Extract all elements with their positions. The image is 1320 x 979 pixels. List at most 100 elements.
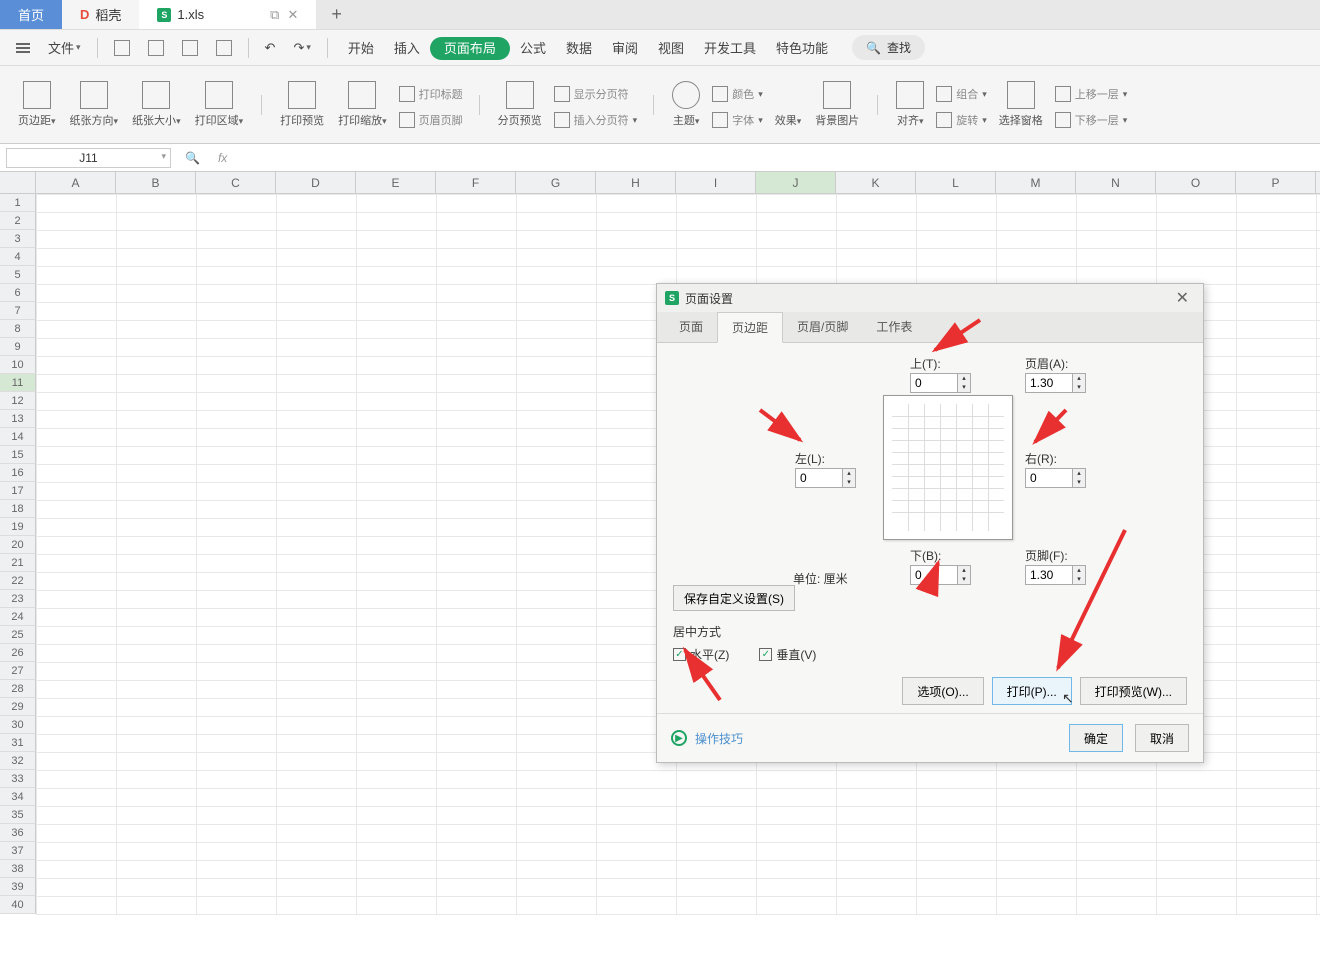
row-header-16[interactable]: 16 xyxy=(0,464,36,482)
spin-bottom[interactable]: ▴▾ xyxy=(910,565,971,585)
btn-size[interactable]: 纸张大小▾ xyxy=(126,79,187,130)
row-header-32[interactable]: 32 xyxy=(0,752,36,770)
row-header-17[interactable]: 17 xyxy=(0,482,36,500)
col-header-E[interactable]: E xyxy=(356,172,436,193)
row-header-3[interactable]: 3 xyxy=(0,230,36,248)
search-cell-icon[interactable]: 🔍 xyxy=(185,151,200,165)
row-header-5[interactable]: 5 xyxy=(0,266,36,284)
row-header-34[interactable]: 34 xyxy=(0,788,36,806)
row-header-29[interactable]: 29 xyxy=(0,698,36,716)
row-header-26[interactable]: 26 xyxy=(0,644,36,662)
dlg-tab-1[interactable]: 页边距 xyxy=(717,312,783,343)
menu-0[interactable]: 开始 xyxy=(338,37,384,60)
row-header-4[interactable]: 4 xyxy=(0,248,36,266)
row-header-14[interactable]: 14 xyxy=(0,428,36,446)
row-header-15[interactable]: 15 xyxy=(0,446,36,464)
row-header-21[interactable]: 21 xyxy=(0,554,36,572)
row-header-18[interactable]: 18 xyxy=(0,500,36,518)
row-header-35[interactable]: 35 xyxy=(0,806,36,824)
fx-icon[interactable]: fx xyxy=(218,151,227,165)
btn-orient[interactable]: 纸张方向▾ xyxy=(64,79,125,130)
row-header-28[interactable]: 28 xyxy=(0,680,36,698)
tips-link[interactable]: 操作技巧 xyxy=(695,730,743,747)
row-header-36[interactable]: 36 xyxy=(0,824,36,842)
row-header-11[interactable]: 11 xyxy=(0,374,36,392)
dialog-close-button[interactable]: ✕ xyxy=(1170,288,1195,308)
btn-theme[interactable]: 主题▾ xyxy=(666,79,706,130)
select-all-corner[interactable] xyxy=(0,172,36,193)
ok-button[interactable]: 确定 xyxy=(1069,724,1123,752)
print-preview-button[interactable]: 打印预览(W)... xyxy=(1080,677,1187,705)
checkbox-vertical[interactable]: ✓垂直(V) xyxy=(759,646,816,663)
save-as-icon[interactable] xyxy=(142,36,170,60)
col-header-C[interactable]: C xyxy=(196,172,276,193)
hamburger-icon[interactable] xyxy=(10,39,36,57)
menu-5[interactable]: 审阅 xyxy=(602,37,648,60)
row-header-24[interactable]: 24 xyxy=(0,608,36,626)
menu-3[interactable]: 公式 xyxy=(510,37,556,60)
row-header-22[interactable]: 22 xyxy=(0,572,36,590)
col-header-O[interactable]: O xyxy=(1156,172,1236,193)
row-header-20[interactable]: 20 xyxy=(0,536,36,554)
menu-6[interactable]: 视图 xyxy=(648,37,694,60)
tab-home[interactable]: 首页 xyxy=(0,0,62,29)
col-header-M[interactable]: M xyxy=(996,172,1076,193)
col-header-G[interactable]: G xyxy=(516,172,596,193)
btn-select-pane[interactable]: 选择窗格 xyxy=(993,79,1049,130)
btn-show-split[interactable]: 显示分页符 xyxy=(550,84,642,104)
row-header-8[interactable]: 8 xyxy=(0,320,36,338)
row-header-27[interactable]: 27 xyxy=(0,662,36,680)
menu-8[interactable]: 特色功能 xyxy=(766,37,838,60)
col-header-A[interactable]: A xyxy=(36,172,116,193)
menu-1[interactable]: 插入 xyxy=(384,37,430,60)
btn-print-title[interactable]: 打印标题 xyxy=(395,84,467,104)
options-button[interactable]: 选项(O)... xyxy=(902,677,983,705)
col-header-N[interactable]: N xyxy=(1076,172,1156,193)
col-header-F[interactable]: F xyxy=(436,172,516,193)
tab-detach-icon[interactable]: ⧉ xyxy=(270,7,279,23)
col-header-J[interactable]: J xyxy=(756,172,836,193)
save-icon[interactable] xyxy=(108,36,136,60)
row-header-6[interactable]: 6 xyxy=(0,284,36,302)
row-header-1[interactable]: 1 xyxy=(0,194,36,212)
tab-shell[interactable]: D 稻壳 xyxy=(62,0,139,29)
btn-header-footer[interactable]: 页眉页脚 xyxy=(395,110,467,130)
search-box[interactable]: 🔍 查找 xyxy=(852,35,925,60)
btn-font[interactable]: 字体▾ xyxy=(708,110,767,130)
col-header-D[interactable]: D xyxy=(276,172,356,193)
dlg-tab-0[interactable]: 页面 xyxy=(665,312,717,342)
btn-move-up[interactable]: 上移一层▾ xyxy=(1051,84,1132,104)
btn-insert-break[interactable]: 插入分页符▾ xyxy=(550,110,642,130)
row-header-2[interactable]: 2 xyxy=(0,212,36,230)
undo-icon[interactable]: ↶ xyxy=(259,36,282,60)
tab-close-icon[interactable]: ✕ xyxy=(287,7,298,23)
row-header-39[interactable]: 39 xyxy=(0,878,36,896)
spin-top[interactable]: ▴▾ xyxy=(910,373,971,393)
checkbox-horizontal[interactable]: ✓水平(Z) xyxy=(673,646,729,663)
col-header-P[interactable]: P xyxy=(1236,172,1316,193)
btn-group[interactable]: 组合▾ xyxy=(932,84,991,104)
menu-4[interactable]: 数据 xyxy=(556,37,602,60)
row-header-13[interactable]: 13 xyxy=(0,410,36,428)
row-header-19[interactable]: 19 xyxy=(0,518,36,536)
spin-footer[interactable]: ▴▾ xyxy=(1025,565,1086,585)
row-header-38[interactable]: 38 xyxy=(0,860,36,878)
col-header-H[interactable]: H xyxy=(596,172,676,193)
btn-print-scale[interactable]: 打印缩放▾ xyxy=(332,79,393,130)
row-header-10[interactable]: 10 xyxy=(0,356,36,374)
print-button[interactable]: 打印(P)... xyxy=(992,677,1072,705)
dlg-tab-2[interactable]: 页眉/页脚 xyxy=(783,312,862,342)
btn-color[interactable]: 颜色▾ xyxy=(708,84,767,104)
print-icon[interactable] xyxy=(176,36,204,60)
col-header-I[interactable]: I xyxy=(676,172,756,193)
spin-right[interactable]: ▴▾ xyxy=(1025,468,1086,488)
dlg-tab-3[interactable]: 工作表 xyxy=(862,312,926,342)
row-header-23[interactable]: 23 xyxy=(0,590,36,608)
row-header-37[interactable]: 37 xyxy=(0,842,36,860)
btn-margin[interactable]: 页边距▾ xyxy=(12,79,62,130)
btn-effect[interactable]: 效果▾ xyxy=(769,110,808,130)
btn-move-down[interactable]: 下移一层▾ xyxy=(1051,110,1132,130)
row-header-31[interactable]: 31 xyxy=(0,734,36,752)
menu-7[interactable]: 开发工具 xyxy=(694,37,766,60)
row-header-7[interactable]: 7 xyxy=(0,302,36,320)
